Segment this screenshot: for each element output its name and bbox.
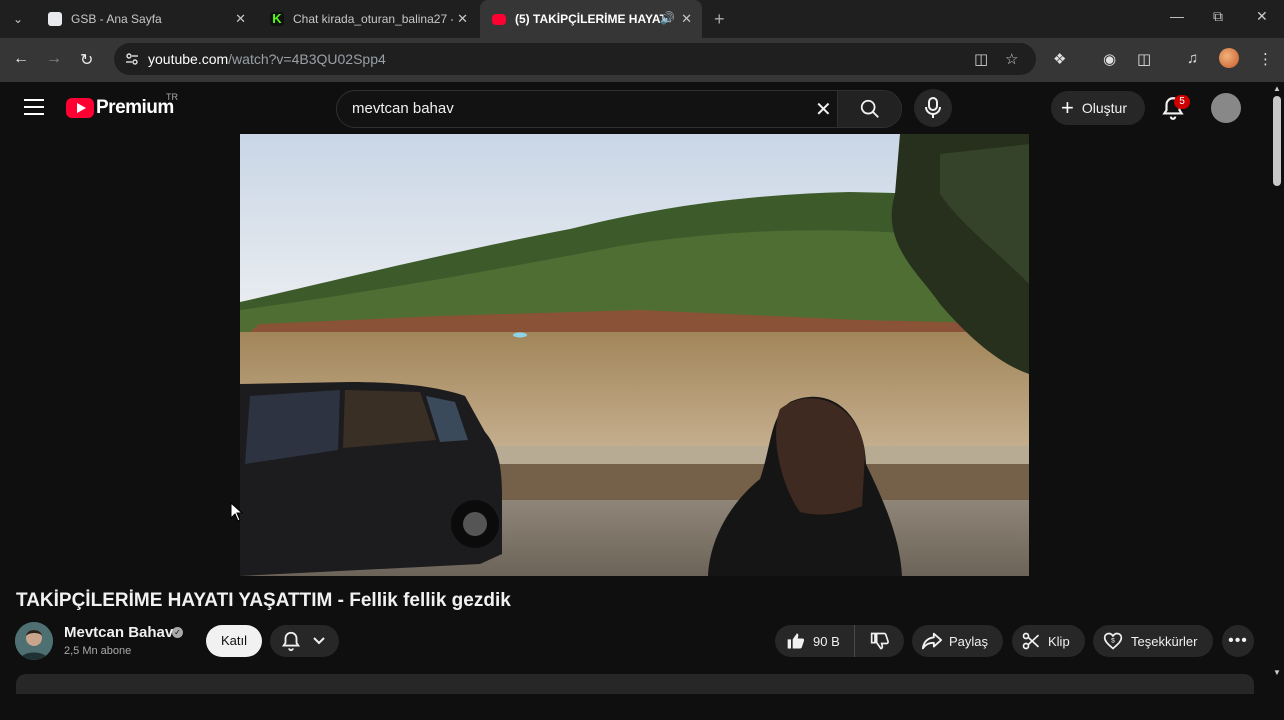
minimize-icon[interactable]: — — [1170, 8, 1184, 24]
thumbs-down-icon — [870, 632, 889, 650]
scissors-icon — [1022, 632, 1040, 650]
like-dislike-group: 90 B — [775, 625, 904, 657]
forward-arrow-icon[interactable]: → — [46, 50, 62, 68]
super-thanks-heart-icon: $ — [1103, 632, 1123, 650]
scroll-up-arrow-icon[interactable]: ▲ — [1273, 84, 1281, 93]
install-app-icon[interactable]: ◫ — [974, 50, 988, 68]
address-bar[interactable]: youtube.com/watch?v=4B3QU02Spp4 ◫ ☆ — [114, 43, 1036, 75]
scroll-down-arrow-icon[interactable]: ▼ — [1273, 668, 1281, 677]
tab-close-icon[interactable]: ✕ — [235, 11, 246, 27]
subscriber-count: 2,5 Mn abone — [64, 645, 132, 657]
url-text[interactable]: youtube.com/watch?v=4B3QU02Spp4 — [148, 51, 386, 67]
bookmark-star-icon[interactable]: ☆ — [1005, 50, 1018, 68]
thumbs-up-icon — [787, 633, 805, 649]
gsb-favicon-icon — [48, 12, 62, 26]
browser-tab-kick-chat[interactable]: K Chat kirada_oturan_balina27 - \ ✕ — [258, 0, 478, 38]
url-path: /watch?v=4B3QU02Spp4 — [228, 51, 386, 67]
browser-tab-gsb[interactable]: GSB - Ana Sayfa ✕ — [36, 0, 256, 38]
search-input[interactable]: mevtcan bahav — [352, 100, 454, 117]
mouse-pointer-icon — [230, 502, 244, 522]
youtube-masthead: Premium TR mevtcan bahav ✕ + Oluştur 5 — [0, 82, 1270, 134]
site-settings-icon[interactable] — [124, 51, 140, 67]
country-code: TR — [166, 92, 178, 102]
browser-profile-avatar[interactable] — [1219, 48, 1239, 68]
subscription-notifications-button[interactable] — [270, 625, 339, 657]
back-arrow-icon[interactable]: ← — [13, 50, 29, 68]
channel-avatar-image — [15, 622, 53, 660]
chevron-down-icon — [313, 637, 325, 645]
thanks-button[interactable]: $ Teşekkürler — [1093, 625, 1213, 657]
notification-count-badge: 5 — [1174, 95, 1190, 109]
microphone-icon — [925, 97, 941, 118]
tab-close-icon[interactable]: ✕ — [457, 11, 468, 27]
youtube-premium-logo[interactable]: Premium — [66, 96, 174, 120]
channel-name[interactable]: Mevtcan Bahav — [64, 624, 173, 641]
search-button[interactable] — [837, 91, 901, 127]
create-label: Oluştur — [1081, 100, 1127, 116]
video-player[interactable] — [240, 134, 1029, 576]
browser-tab-youtube[interactable]: (5) TAKİPÇİLERİME HAYATI Y 🔊 ✕ — [480, 0, 702, 38]
voice-search-button[interactable] — [914, 89, 952, 127]
notification-bell-icon — [281, 631, 301, 652]
tab-title: GSB - Ana Sayfa — [71, 12, 162, 26]
screenshot-extension-icon[interactable]: ◉ — [1103, 50, 1116, 68]
youtube-play-logo-icon — [66, 98, 94, 118]
clear-search-icon[interactable]: ✕ — [815, 97, 832, 122]
extensions-puzzle-icon[interactable]: ❖ — [1053, 50, 1066, 68]
more-actions-button[interactable]: ••• — [1222, 625, 1254, 657]
description-box[interactable] — [16, 674, 1254, 694]
search-box[interactable]: mevtcan bahav ✕ — [336, 90, 902, 128]
url-host: youtube.com — [148, 51, 229, 67]
channel-avatar[interactable] — [15, 622, 53, 660]
window-close-icon[interactable]: ✕ — [1256, 8, 1268, 25]
video-title: TAKİPÇİLERİME HAYATI YAŞATTIM - Fellik f… — [16, 590, 511, 611]
browser-toolbar: ← → ↻ youtube.com/watch?v=4B3QU02Spp4 ◫ … — [0, 38, 1284, 82]
audio-playing-icon[interactable]: 🔊 — [660, 11, 675, 25]
share-button[interactable]: Paylaş — [912, 625, 1003, 657]
svg-text:$: $ — [1111, 638, 1115, 645]
tab-title: (5) TAKİPÇİLERİME HAYATI Y — [515, 12, 663, 26]
new-tab-button[interactable]: + — [714, 9, 725, 30]
kick-favicon-icon: K — [270, 12, 284, 26]
tab-close-icon[interactable]: ✕ — [681, 11, 692, 27]
like-button[interactable]: 90 B — [775, 625, 855, 657]
share-label: Paylaş — [949, 633, 989, 649]
more-horizontal-icon: ••• — [1228, 632, 1248, 649]
join-button[interactable]: Katıl — [206, 625, 262, 657]
clip-button[interactable]: Klip — [1012, 625, 1085, 657]
youtube-favicon-icon — [492, 13, 506, 25]
video-frame-lake-scene — [240, 134, 1029, 576]
page-scrollbar[interactable]: ▲ ▼ — [1270, 82, 1284, 682]
media-controls-icon[interactable]: ♫ — [1187, 50, 1198, 67]
thanks-label: Teşekkürler — [1131, 633, 1198, 649]
verified-badge-icon: ✓ — [172, 627, 183, 638]
browser-tab-bar: ⌄ GSB - Ana Sayfa ✕ K Chat kirada_oturan… — [0, 0, 1284, 38]
tab-title: Chat kirada_oturan_balina27 - \ — [293, 12, 453, 26]
guide-menu-icon[interactable] — [24, 99, 44, 115]
account-avatar[interactable] — [1211, 93, 1241, 123]
create-button[interactable]: + Oluştur — [1051, 91, 1145, 125]
logo-text: Premium — [96, 97, 174, 118]
tab-search-chevron-icon[interactable]: ⌄ — [8, 9, 28, 29]
clip-label: Klip — [1048, 633, 1070, 649]
search-icon — [860, 99, 879, 118]
reload-icon[interactable]: ↻ — [80, 50, 93, 70]
scrollbar-thumb[interactable] — [1273, 96, 1281, 186]
dislike-button[interactable] — [855, 631, 904, 651]
like-count: 90 B — [813, 633, 840, 649]
browser-menu-icon[interactable]: ⋮ — [1258, 50, 1273, 68]
plus-icon: + — [1061, 95, 1074, 120]
restore-icon[interactable]: ⧉ — [1213, 8, 1223, 25]
share-arrow-icon — [921, 632, 943, 650]
side-panel-icon[interactable]: ◫ — [1137, 50, 1151, 68]
